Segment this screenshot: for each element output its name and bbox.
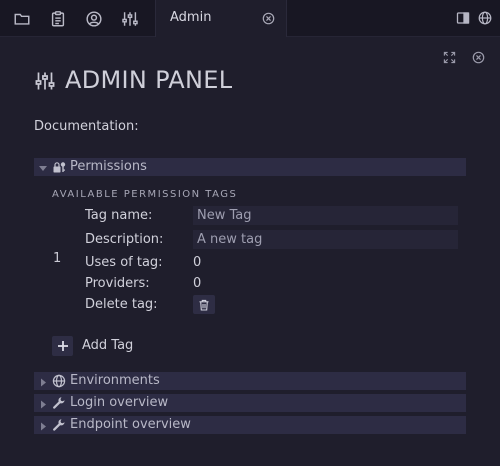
chevron-down-icon (39, 162, 47, 171)
tab-admin[interactable]: Admin (155, 0, 287, 37)
section-login-overview-header[interactable]: Login overview (34, 394, 466, 412)
chevron-right-icon (39, 398, 47, 409)
chevron-right-icon (39, 420, 47, 431)
tag-index: 1 (53, 251, 62, 266)
sliders-icon (34, 70, 56, 92)
tag-name-input[interactable] (193, 206, 458, 225)
tag-providers-label: Providers: (85, 276, 150, 291)
tab-admin-label: Admin (170, 10, 212, 25)
tag-providers-value: 0 (193, 276, 202, 291)
user-circle-icon[interactable] (84, 9, 104, 29)
permission-tags-caption: AVAILABLE PERMISSION TAGS (52, 189, 238, 200)
section-permissions-header[interactable]: Permissions (34, 158, 466, 176)
wrench-icon (52, 396, 66, 410)
lock-key-icon (52, 160, 66, 174)
section-environments-header[interactable]: Environments (34, 372, 466, 390)
tag-uses-value: 0 (193, 255, 202, 270)
globe-icon (52, 374, 66, 388)
tag-uses-label: Uses of tag: (85, 255, 163, 270)
close-circle-icon[interactable] (262, 12, 275, 25)
close-circle-icon[interactable] (472, 51, 485, 64)
add-tag-label: Add Tag (82, 338, 134, 353)
top-bar: Admin (0, 0, 500, 37)
tag-description-label: Description: (85, 232, 164, 247)
section-endpoint-overview-label: Endpoint overview (70, 417, 191, 432)
expand-icon[interactable] (443, 51, 456, 64)
folder-icon[interactable] (12, 9, 32, 29)
tag-delete-label: Delete tag: (85, 297, 158, 312)
page-title: ADMIN PANEL (65, 66, 233, 94)
sliders-icon[interactable] (120, 9, 140, 29)
wrench-icon (52, 418, 66, 432)
delete-tag-button[interactable] (193, 295, 215, 314)
tag-description-input[interactable] (193, 230, 458, 249)
plus-icon (52, 336, 73, 356)
section-endpoint-overview-header[interactable]: Endpoint overview (34, 416, 466, 434)
clipboard-icon[interactable] (48, 9, 68, 29)
documentation-label: Documentation: (34, 119, 139, 134)
globe-icon[interactable] (478, 11, 492, 25)
chevron-right-icon (39, 376, 47, 387)
panel-toggle-icon[interactable] (456, 11, 470, 25)
section-environments-label: Environments (70, 373, 160, 388)
section-permissions-label: Permissions (70, 159, 147, 174)
section-login-overview-label: Login overview (70, 395, 169, 410)
tag-name-label: Tag name: (85, 208, 153, 223)
trash-icon (198, 299, 210, 311)
